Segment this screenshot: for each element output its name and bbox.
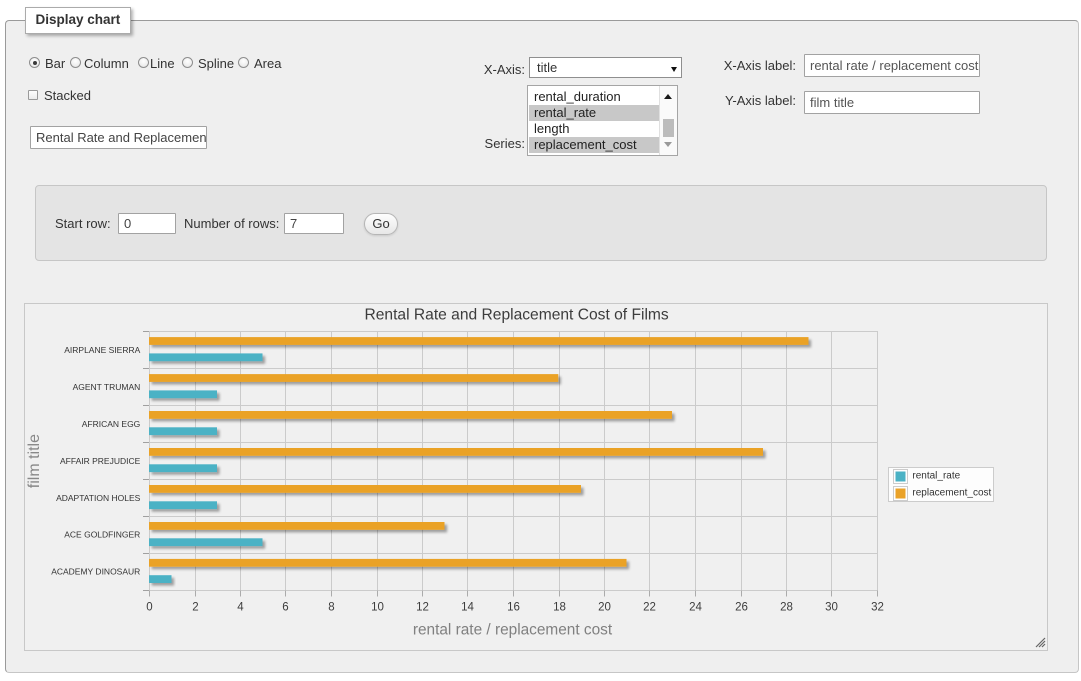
svg-text:30: 30 [825,602,838,614]
svg-text:14: 14 [461,602,474,614]
svg-text:AIRPLANE SIERRA: AIRPLANE SIERRA [64,345,140,355]
svg-text:0: 0 [146,602,152,614]
svg-text:2: 2 [192,602,198,614]
svg-text:28: 28 [780,602,793,614]
svg-text:ADAPTATION HOLES: ADAPTATION HOLES [56,493,141,503]
svg-text:26: 26 [735,602,748,614]
svg-text:AGENT TRUMAN: AGENT TRUMAN [73,382,141,392]
svg-text:10: 10 [371,602,384,614]
svg-text:film title: film title [26,434,43,488]
svg-text:ACADEMY DINOSAUR: ACADEMY DINOSAUR [51,567,140,577]
svg-text:replacement_cost: replacement_cost [912,488,991,499]
svg-text:22: 22 [643,602,656,614]
svg-text:AFFAIR PREJUDICE: AFFAIR PREJUDICE [60,456,141,466]
svg-text:4: 4 [237,602,244,614]
svg-text:6: 6 [282,602,288,614]
svg-text:Rental Rate and Replacement Co: Rental Rate and Replacement Cost of Film… [364,307,668,324]
svg-text:AFRICAN EGG: AFRICAN EGG [82,419,141,429]
svg-text:16: 16 [507,602,520,614]
svg-text:ACE GOLDFINGER: ACE GOLDFINGER [64,530,140,540]
svg-text:20: 20 [598,602,611,614]
svg-text:8: 8 [328,602,334,614]
svg-text:rental_rate: rental_rate [912,471,960,482]
svg-text:24: 24 [689,602,702,614]
svg-text:32: 32 [871,602,884,614]
svg-text:18: 18 [553,602,566,614]
svg-text:rental rate / replacement cost: rental rate / replacement cost [413,622,613,639]
svg-text:12: 12 [416,602,429,614]
